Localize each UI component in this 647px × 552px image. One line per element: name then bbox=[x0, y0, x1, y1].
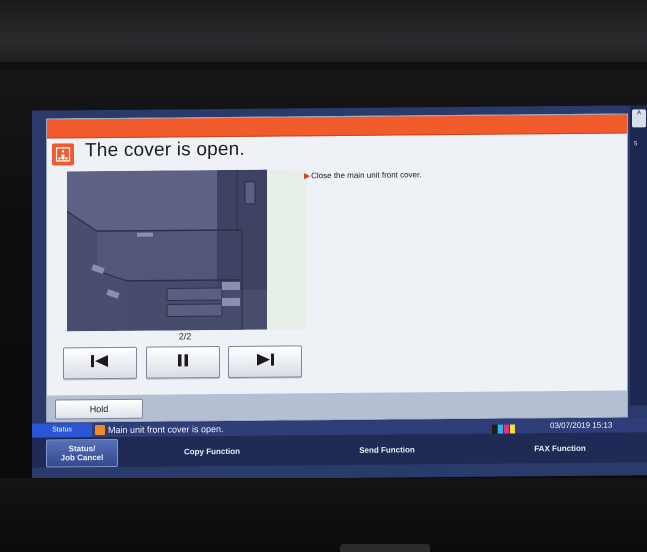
pause-icon bbox=[175, 352, 191, 373]
tab-status-job-cancel[interactable]: Status/ Job Cancel bbox=[46, 438, 118, 468]
side-panel-tab[interactable]: A bbox=[632, 109, 646, 128]
device-lower-housing bbox=[0, 478, 647, 552]
alert-icon bbox=[95, 425, 105, 436]
tab-fax-function[interactable]: FAX Function bbox=[510, 435, 610, 462]
date-time: 03/07/2019 15:13 bbox=[550, 420, 613, 431]
pause-button[interactable] bbox=[146, 346, 220, 379]
dialog-title: The cover is open. bbox=[85, 138, 245, 162]
toner-level-icon bbox=[492, 421, 516, 435]
tab-copy-function[interactable]: Copy Function bbox=[162, 438, 262, 465]
page-indicator: 2/2 bbox=[178, 331, 192, 342]
skip-to-start-icon bbox=[89, 352, 111, 373]
hold-button[interactable]: Hold bbox=[55, 398, 143, 420]
device-notch bbox=[340, 544, 430, 552]
dialog-footer: Hold bbox=[47, 390, 627, 422]
alert-header-bar bbox=[47, 114, 627, 139]
status-message: Main unit front cover is open. bbox=[108, 424, 224, 436]
instruction-text: ▶Close the main unit front cover. bbox=[304, 169, 604, 181]
tab-send-function[interactable]: Send Function bbox=[337, 436, 437, 463]
device-ridge bbox=[0, 62, 647, 70]
function-tab-bar: Status/ Job Cancel Copy Function Send Fu… bbox=[32, 432, 647, 468]
next-step-button[interactable] bbox=[228, 345, 302, 378]
side-panel: A 5 bbox=[630, 105, 647, 406]
side-panel-label: 5 bbox=[634, 141, 638, 148]
lcd-screen: A 5 The cover is open. ▶Close the main u… bbox=[32, 105, 647, 481]
cover-open-dialog: The cover is open. ▶Close the main unit … bbox=[46, 113, 628, 423]
first-step-button[interactable] bbox=[63, 346, 137, 380]
printer-illustration bbox=[67, 169, 307, 332]
status-tab[interactable]: Status bbox=[32, 423, 92, 438]
device-top-housing bbox=[0, 0, 647, 70]
instruction-label: Close the main unit front cover. bbox=[311, 170, 422, 181]
triangle-right-icon: ▶ bbox=[304, 171, 311, 181]
warning-icon bbox=[52, 143, 74, 166]
skip-to-end-icon bbox=[254, 351, 276, 372]
